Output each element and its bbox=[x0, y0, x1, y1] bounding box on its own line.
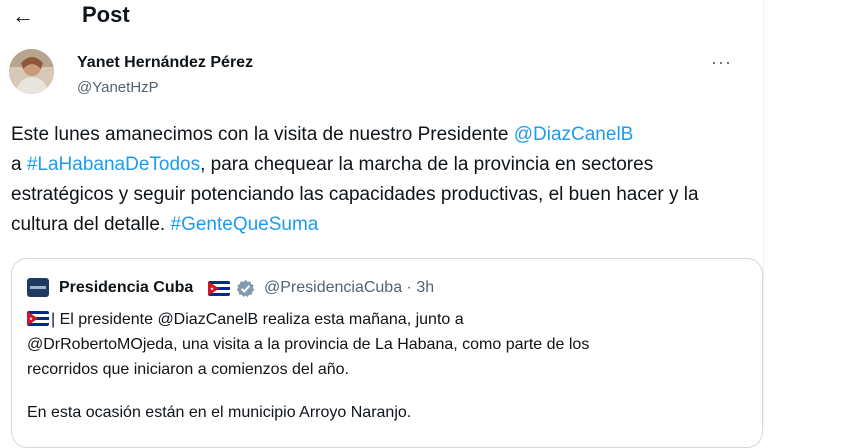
cuba-flag-icon bbox=[27, 311, 49, 326]
quoted-line-spacer bbox=[27, 382, 747, 400]
author-handle[interactable]: @YanetHzP bbox=[77, 78, 159, 98]
hashtag-link[interactable]: #LaHabanaDeTodos bbox=[27, 154, 200, 175]
hashtag-link[interactable]: #GenteQueSuma bbox=[171, 214, 319, 235]
post-text: Este lunes amanecimos con la visita de n… bbox=[11, 120, 751, 240]
quoted-line: @DrRobertoMOjeda, una visita a la provin… bbox=[27, 336, 590, 353]
arrow-left-icon[interactable]: ← bbox=[12, 2, 34, 30]
quoted-line: En esta ocasión están en el municipio Ar… bbox=[27, 404, 412, 421]
verified-badge-icon bbox=[236, 279, 255, 298]
quoted-author-name[interactable]: Presidencia Cuba bbox=[59, 277, 193, 299]
quoted-line: recorridos que iniciaron a comienzos del… bbox=[27, 361, 349, 378]
quoted-handle-time: @PresidenciaCuba · 3h bbox=[264, 279, 435, 296]
page-title: Post bbox=[82, 2, 130, 27]
mention-link[interactable]: @DiazCanelB bbox=[514, 124, 634, 145]
quoted-post-text: | El presidente @DiazCanelB realiza esta… bbox=[27, 307, 747, 425]
quoted-line: | El presidente @DiazCanelB realiza esta… bbox=[27, 307, 747, 332]
main-column: ← Post Yanet Hernández Pérez @YanetHzP ·… bbox=[0, 0, 764, 448]
post-page: ← Post Yanet Hernández Pérez @YanetHzP ·… bbox=[0, 0, 850, 448]
right-sidebar bbox=[764, 0, 850, 428]
post-text-part: Este lunes amanecimos con la visita de n… bbox=[11, 124, 514, 145]
page-header: ← Post bbox=[0, 0, 763, 34]
quoted-line-text: | El presidente @DiazCanelB realiza esta… bbox=[51, 311, 464, 328]
author-name[interactable]: Yanet Hernández Pérez bbox=[77, 53, 253, 73]
presidencia-logo-icon bbox=[27, 278, 49, 297]
more-options-icon[interactable]: ··· bbox=[711, 52, 732, 73]
avatar[interactable] bbox=[9, 49, 54, 94]
cuba-flag-icon bbox=[208, 281, 230, 296]
post-text-part: a bbox=[11, 154, 27, 175]
quoted-post[interactable]: Presidencia Cuba @PresidenciaCuba · 3h |… bbox=[11, 258, 763, 448]
